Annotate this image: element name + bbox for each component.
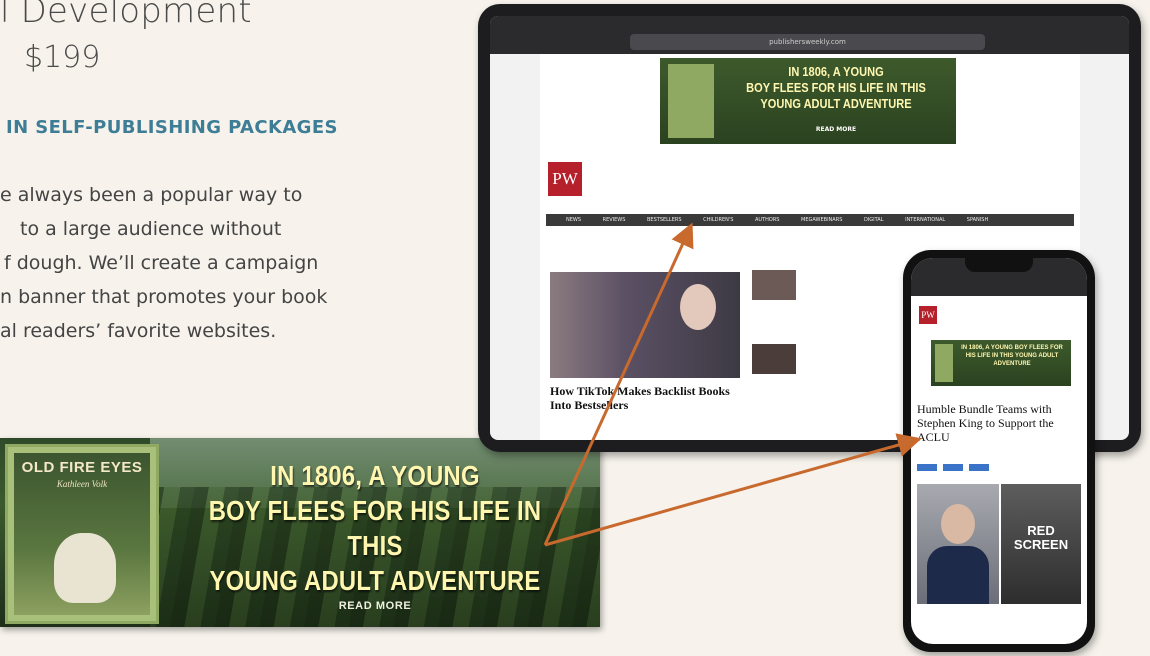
share-buttons [917,464,989,471]
tablet-ad-cta[interactable]: READ MORE [722,126,950,133]
price-label: $199 [24,40,101,75]
side-article[interactable] [752,344,902,374]
article-headline[interactable]: How TikTok Makes Backlist Books Into Bes… [550,384,740,412]
tablet-ad-line: IN 1806, A YOUNG [788,64,884,79]
ad-banner[interactable]: OLD FIRE EYES Kathleen Volk IN 1806, A Y… [0,438,600,627]
book-author: Kathleen Volk [56,479,108,489]
tablet-ad-line: BOY FLEES FOR HIS LIFE IN THIS [746,80,926,95]
side-article-thumb [752,344,796,374]
share-button[interactable] [917,464,937,471]
pw-logo[interactable]: PW [919,306,937,324]
share-button[interactable] [943,464,963,471]
phone-device: PW IN 1806, A YOUNG BOY FLEES FOR HIS LI… [903,250,1095,652]
description-text: e always been a popular way to to a larg… [0,178,327,348]
bear-illustration [54,533,116,603]
url-bar[interactable]: publishersweekly.com [630,34,985,50]
browser-toolbar: publishersweekly.com [490,30,1129,54]
book-cover: OLD FIRE EYES Kathleen Volk [5,444,159,624]
book-photo: RED SCREEN [1001,484,1081,604]
author-photo [917,484,999,604]
article-image[interactable] [550,272,740,378]
headline-line: IN 1806, A YOUNG [270,460,480,491]
person-face [941,504,975,544]
headline-line: BOY FLEES FOR HIS LIFE IN THIS [208,495,542,561]
headline-line: YOUNG ADULT ADVENTURE [209,565,541,596]
phone-ad-banner[interactable]: IN 1806, A YOUNG BOY FLEES FOR HIS LIFE … [931,340,1071,386]
book-photo-title: RED SCREEN [1013,523,1069,552]
phone-screen: PW IN 1806, A YOUNG BOY FLEES FOR HIS LI… [911,258,1087,644]
phone-ad-headline: IN 1806, A YOUNG BOY FLEES FOR HIS LIFE … [961,345,1063,367]
description-line: al readers’ favorite websites. [0,320,277,342]
phone-ad-book [935,344,953,382]
tablet-ad-book [668,64,714,138]
site-nav[interactable]: NEWS REVIEWS BESTSELLERS CHILDREN'S AUTH… [546,214,1074,226]
side-article[interactable] [752,270,902,300]
tablet-ad-banner[interactable]: IN 1806, A YOUNG BOY FLEES FOR HIS LIFE … [660,58,956,144]
book-title: OLD FIRE EYES [21,459,143,476]
description-line: n banner that promotes your book [0,286,328,308]
phone-notch [965,258,1033,272]
description-line: f dough. We’ll create a campaign [4,252,319,274]
read-more-link[interactable]: READ MORE [150,600,600,612]
share-button[interactable] [969,464,989,471]
tablet-ad-headline: IN 1806, A YOUNG BOY FLEES FOR HIS LIFE … [739,64,933,112]
page-title: l Development [0,0,252,31]
tablet-status-bar [490,16,1129,30]
section-subheading: IN SELF-PUBLISHING PACKAGES [6,117,338,138]
arrow-to-phone [544,433,922,547]
banner-headline: IN 1806, A YOUNG BOY FLEES FOR HIS LIFE … [184,458,567,598]
description-line: to a large audience without [20,218,282,240]
side-article-thumb [752,270,796,300]
person-coat [927,546,989,604]
pw-logo[interactable]: PW [548,162,582,196]
sub-nav [546,228,1074,236]
phone-article-headline[interactable]: Humble Bundle Teams with Stephen King to… [917,402,1083,444]
book-cover-art: OLD FIRE EYES Kathleen Volk [14,453,150,615]
person-photo [680,284,716,330]
description-line: e always been a popular way to [0,184,303,206]
tablet-ad-line: YOUNG ADULT ADVENTURE [760,96,912,111]
